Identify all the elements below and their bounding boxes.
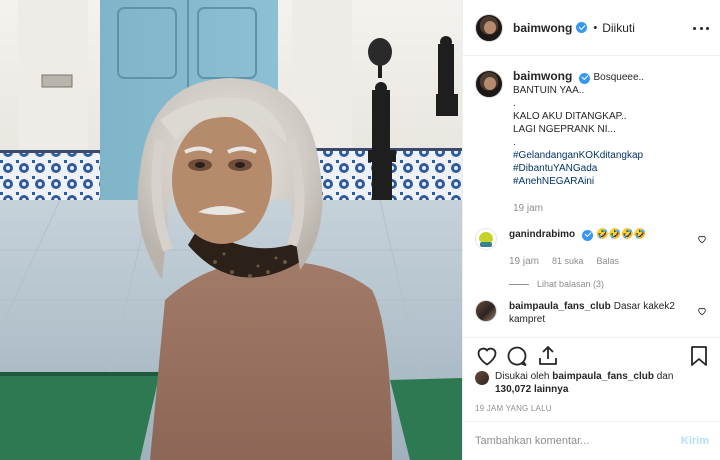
heart-icon[interactable]	[475, 344, 499, 368]
caption-line: BANTUIN YAA..	[513, 85, 585, 96]
post-header: baimwong • Diikuti	[463, 0, 720, 56]
view-replies-label: Lihat balasan (3)	[537, 279, 605, 289]
comment-likes[interactable]: 81 suka	[552, 255, 584, 268]
add-comment-bar: Kirim	[463, 421, 720, 460]
commenter-avatar[interactable]	[475, 228, 497, 250]
caption-line: LAGI NGEPRANK NI...	[513, 124, 616, 135]
comment-meta: 19 jam 81 suka Balas	[509, 255, 689, 268]
comment-input[interactable]	[475, 435, 665, 447]
caption-line: KALO AKU DITANGKAP..	[513, 111, 627, 122]
author-username[interactable]: baimwong	[513, 21, 572, 35]
comment-item: ganindrabimo 🤣🤣🤣🤣 19 jam 81 suka Balas L…	[475, 228, 711, 291]
liked-by-text: Disukai oleh baimpaula_fans_club dan 130…	[495, 370, 695, 396]
share-icon[interactable]	[536, 344, 560, 368]
submit-comment-button[interactable]: Kirim	[681, 435, 709, 447]
liked-by-avatar[interactable]	[475, 371, 489, 385]
caption-line: Bosqueee..	[593, 72, 645, 83]
liked-by: Disukai oleh baimpaula_fans_club dan 130…	[475, 370, 711, 396]
liked-user-link[interactable]: baimpaula_fans_club	[552, 371, 654, 382]
commenter-avatar[interactable]	[475, 300, 497, 322]
commenter-username[interactable]: ganindrabimo	[509, 229, 575, 240]
commenter-username[interactable]: baimpaula_fans_club	[509, 301, 611, 312]
verified-badge-icon	[579, 72, 591, 84]
view-replies-button[interactable]: Lihat balasan (3)	[509, 278, 689, 291]
caption-username[interactable]: baimwong	[513, 69, 572, 83]
hashtag-link[interactable]: #DibantuYANGada	[513, 162, 703, 175]
comment-item: baimpaula_fans_club Dasar kakek2 kampret	[475, 300, 711, 326]
post-sidebar: baimwong • Diikuti baimwong Bosqueee.. B…	[462, 0, 720, 460]
separator-dot: •	[593, 21, 598, 34]
caption-body: baimwong Bosqueee.. BANTUIN YAA.. . KALO…	[513, 70, 703, 215]
more-options-icon[interactable]	[693, 20, 709, 36]
bookmark-icon[interactable]	[687, 344, 711, 368]
caption-line: .	[513, 137, 516, 148]
caption-avatar[interactable]	[475, 70, 503, 98]
follow-status-button[interactable]: Diikuti	[602, 21, 635, 35]
comment-like-heart-icon[interactable]	[697, 234, 707, 244]
comment-body: baimpaula_fans_club Dasar kakek2 kampret	[509, 300, 689, 326]
post-photo[interactable]	[0, 0, 462, 460]
comment-body: ganindrabimo 🤣🤣🤣🤣 19 jam 81 suka Balas L…	[509, 228, 689, 291]
likes-suffix[interactable]: lainnya	[534, 384, 568, 395]
author-avatar[interactable]	[475, 13, 503, 42]
caption-time[interactable]: 19 jam	[513, 203, 543, 214]
comments-section[interactable]: baimwong Bosqueee.. BANTUIN YAA.. . KALO…	[463, 57, 720, 337]
post-image	[0, 0, 462, 460]
comment-like-heart-icon[interactable]	[697, 306, 707, 316]
comment-time[interactable]: 19 jam	[509, 255, 539, 268]
action-icons	[475, 344, 711, 368]
hashtag-link[interactable]: #AnehNEGARAini	[513, 175, 703, 188]
comment-icon[interactable]	[505, 344, 529, 368]
comment-text: 🤣🤣🤣🤣	[596, 229, 647, 240]
caption-line: .	[513, 98, 516, 109]
reply-button[interactable]: Balas	[597, 255, 620, 268]
likes-count-link[interactable]: 130,072	[495, 384, 531, 395]
liked-conjunction: dan	[656, 371, 674, 382]
post-date[interactable]: 19 JAM YANG LALU	[475, 404, 552, 413]
liked-prefix: Disukai oleh	[495, 371, 550, 382]
hashtag-link[interactable]: #GelandanganKOKditangkap	[513, 149, 703, 162]
verified-badge-icon	[582, 229, 594, 241]
verified-badge-icon	[576, 22, 588, 33]
post-caption: baimwong Bosqueee.. BANTUIN YAA.. . KALO…	[475, 70, 711, 215]
